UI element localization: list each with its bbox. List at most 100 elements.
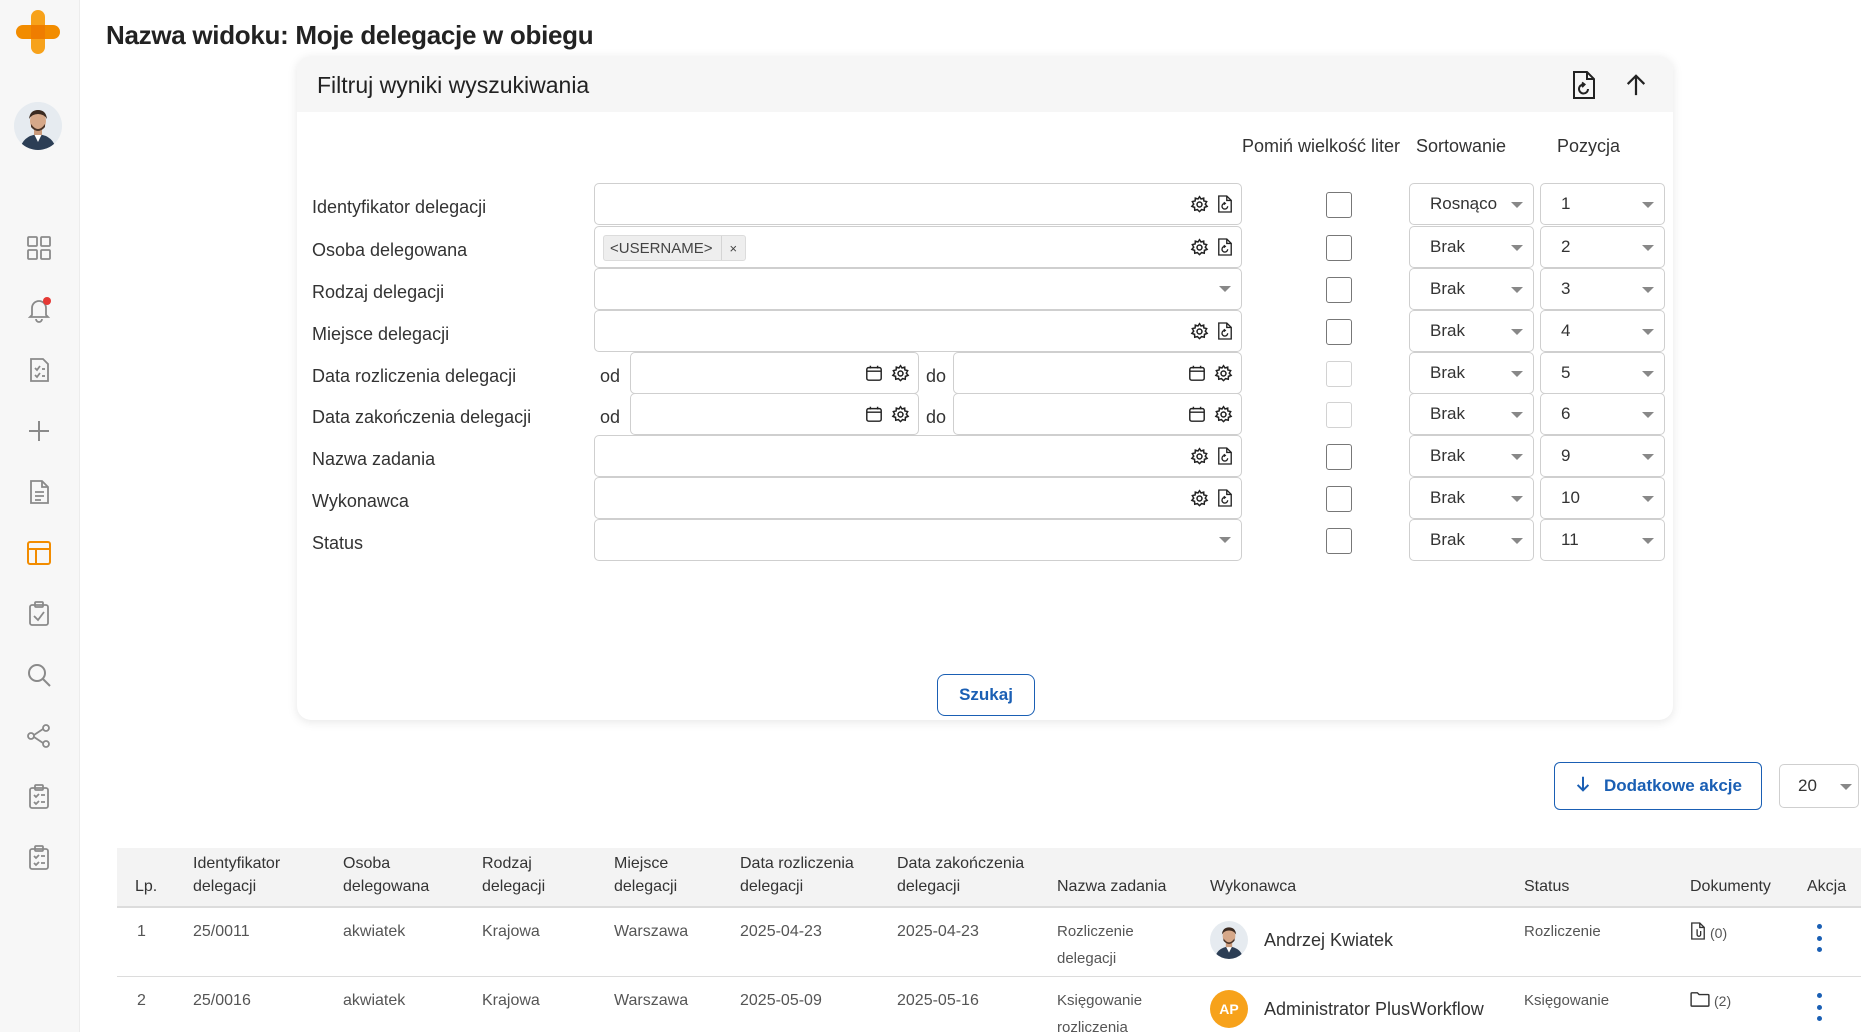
document-icon[interactable] [24, 477, 54, 507]
gear-icon[interactable] [1189, 194, 1209, 214]
arrow-up-icon[interactable] [1619, 68, 1653, 102]
page-size-select[interactable]: 20 [1779, 764, 1859, 808]
col-place[interactable]: Miejsce delegacji [614, 852, 677, 898]
calendar-icon[interactable] [864, 363, 884, 383]
clipboard-list-icon[interactable] [24, 843, 54, 873]
row-actions-menu-icon[interactable] [1809, 924, 1829, 952]
calendar-icon[interactable] [864, 404, 884, 424]
position-select-executor[interactable]: 10 [1540, 477, 1665, 519]
table-row[interactable]: 1 25/0011 akwiatek Krajowa Warszawa 2025… [117, 908, 1861, 977]
position-select-kind[interactable]: 3 [1540, 268, 1665, 310]
clear-file-icon[interactable] [1215, 194, 1235, 214]
plus-logo-icon[interactable] [14, 8, 62, 56]
filter-id-input[interactable] [594, 183, 1242, 225]
gear-icon[interactable] [890, 404, 910, 424]
position-select-status[interactable]: 11 [1540, 519, 1665, 561]
gear-icon[interactable] [1213, 404, 1233, 424]
ignore-case-checkbox-person[interactable] [1326, 235, 1352, 261]
gear-icon[interactable] [1189, 237, 1209, 257]
share-icon[interactable] [24, 721, 54, 751]
sort-select-place[interactable]: Brak [1409, 310, 1534, 352]
col-lp[interactable]: Lp. [135, 875, 157, 898]
gear-icon[interactable] [1189, 446, 1209, 466]
dashboard-grid-icon[interactable] [24, 233, 54, 263]
filter-executor-input[interactable] [594, 477, 1242, 519]
filter-place-input[interactable] [594, 310, 1242, 352]
caret-down-icon [1511, 245, 1523, 251]
position-select-task[interactable]: 9 [1540, 435, 1665, 477]
sort-select-task[interactable]: Brak [1409, 435, 1534, 477]
clipboard-check-icon[interactable] [24, 599, 54, 629]
col-status[interactable]: Status [1524, 875, 1569, 898]
filter-kind-select[interactable] [594, 268, 1242, 310]
user-avatar[interactable] [14, 102, 62, 150]
clipboard-list-icon[interactable] [24, 782, 54, 812]
filter-label-id: Identyfikator delegacji [312, 197, 487, 217]
calendar-icon[interactable] [1187, 404, 1207, 424]
ignore-case-checkbox-task[interactable] [1326, 444, 1352, 470]
gear-icon[interactable] [1189, 488, 1209, 508]
sort-select-end-date[interactable]: Brak [1409, 393, 1534, 435]
col-id[interactable]: Identyfikator delegacji [193, 852, 280, 898]
end-date-from-input[interactable] [630, 393, 919, 435]
gear-icon[interactable] [1213, 363, 1233, 383]
end-date-to-input[interactable] [953, 393, 1242, 435]
clear-file-icon[interactable] [1215, 446, 1235, 466]
cell-docs[interactable]: (2) [1690, 991, 1731, 1010]
search-button[interactable]: Szukaj [937, 674, 1035, 716]
col-end-date[interactable]: Data zakończenia delegacji [897, 852, 1024, 898]
col-person[interactable]: Osoba delegowana [343, 852, 429, 898]
layout-icon[interactable] [24, 538, 54, 568]
caret-down-icon [1840, 784, 1852, 790]
gear-icon[interactable] [890, 363, 910, 383]
col-executor[interactable]: Wykonawca [1210, 875, 1296, 898]
gear-icon[interactable] [1189, 321, 1209, 341]
ignore-case-checkbox-place[interactable] [1326, 319, 1352, 345]
position-select-place[interactable]: 4 [1540, 310, 1665, 352]
caret-down-icon [1642, 496, 1654, 502]
reset-filter-icon[interactable] [1567, 68, 1601, 102]
position-select-id[interactable]: 1 [1540, 183, 1665, 225]
table-row[interactable]: 2 25/0016 akwiatek Krajowa Warszawa 2025… [117, 977, 1861, 1032]
ignore-case-checkbox-kind[interactable] [1326, 277, 1352, 303]
settle-date-from-input[interactable] [630, 352, 919, 394]
filter-task-input[interactable] [594, 435, 1242, 477]
checklist-icon[interactable] [24, 355, 54, 385]
position-header: Pozycja [1557, 136, 1621, 156]
sort-select-id[interactable]: Rosnąco [1409, 183, 1534, 225]
chip-remove-icon[interactable]: × [722, 241, 746, 256]
sort-select-settle-date[interactable]: Brak [1409, 352, 1534, 394]
sort-select-person[interactable]: Brak [1409, 226, 1534, 268]
position-select-person[interactable]: 2 [1540, 226, 1665, 268]
clear-file-icon[interactable] [1215, 488, 1235, 508]
search-icon[interactable] [24, 660, 54, 690]
col-settle-date[interactable]: Data rozliczenia delegacji [740, 852, 854, 898]
ignore-case-checkbox-executor[interactable] [1326, 486, 1352, 512]
plus-icon[interactable] [24, 416, 54, 446]
position-select-end-date[interactable]: 6 [1540, 393, 1665, 435]
sort-value: Brak [1430, 446, 1465, 465]
ignore-case-checkbox-status[interactable] [1326, 528, 1352, 554]
settle-date-to-input[interactable] [953, 352, 1242, 394]
clear-file-icon[interactable] [1215, 321, 1235, 341]
clear-file-icon[interactable] [1215, 237, 1235, 257]
sort-select-status[interactable]: Brak [1409, 519, 1534, 561]
sort-select-kind[interactable]: Brak [1409, 268, 1534, 310]
filter-label-executor: Wykonawca [312, 491, 409, 511]
bell-icon[interactable] [24, 294, 54, 324]
extra-actions-button[interactable]: Dodatkowe akcje [1554, 762, 1762, 810]
calendar-icon[interactable] [1187, 363, 1207, 383]
sort-select-executor[interactable]: Brak [1409, 477, 1534, 519]
row-actions-menu-icon[interactable] [1809, 993, 1829, 1021]
filter-person-input[interactable]: <USERNAME> × [594, 226, 1242, 268]
col-task[interactable]: Nazwa zadania [1057, 875, 1166, 898]
ignore-case-checkbox-id[interactable] [1326, 192, 1352, 218]
ignore-case-checkbox-settle-date [1326, 361, 1352, 387]
position-select-settle-date[interactable]: 5 [1540, 352, 1665, 394]
results-table: Lp. Identyfikator delegacji Osoba delegowa… [117, 848, 1861, 1032]
sort-value: Brak [1430, 488, 1465, 507]
cell-docs[interactable]: (0) [1690, 922, 1727, 943]
filter-status-select[interactable] [594, 519, 1242, 561]
col-kind[interactable]: Rodzaj delegacji [482, 852, 545, 898]
col-docs[interactable]: Dokumenty [1690, 875, 1771, 898]
